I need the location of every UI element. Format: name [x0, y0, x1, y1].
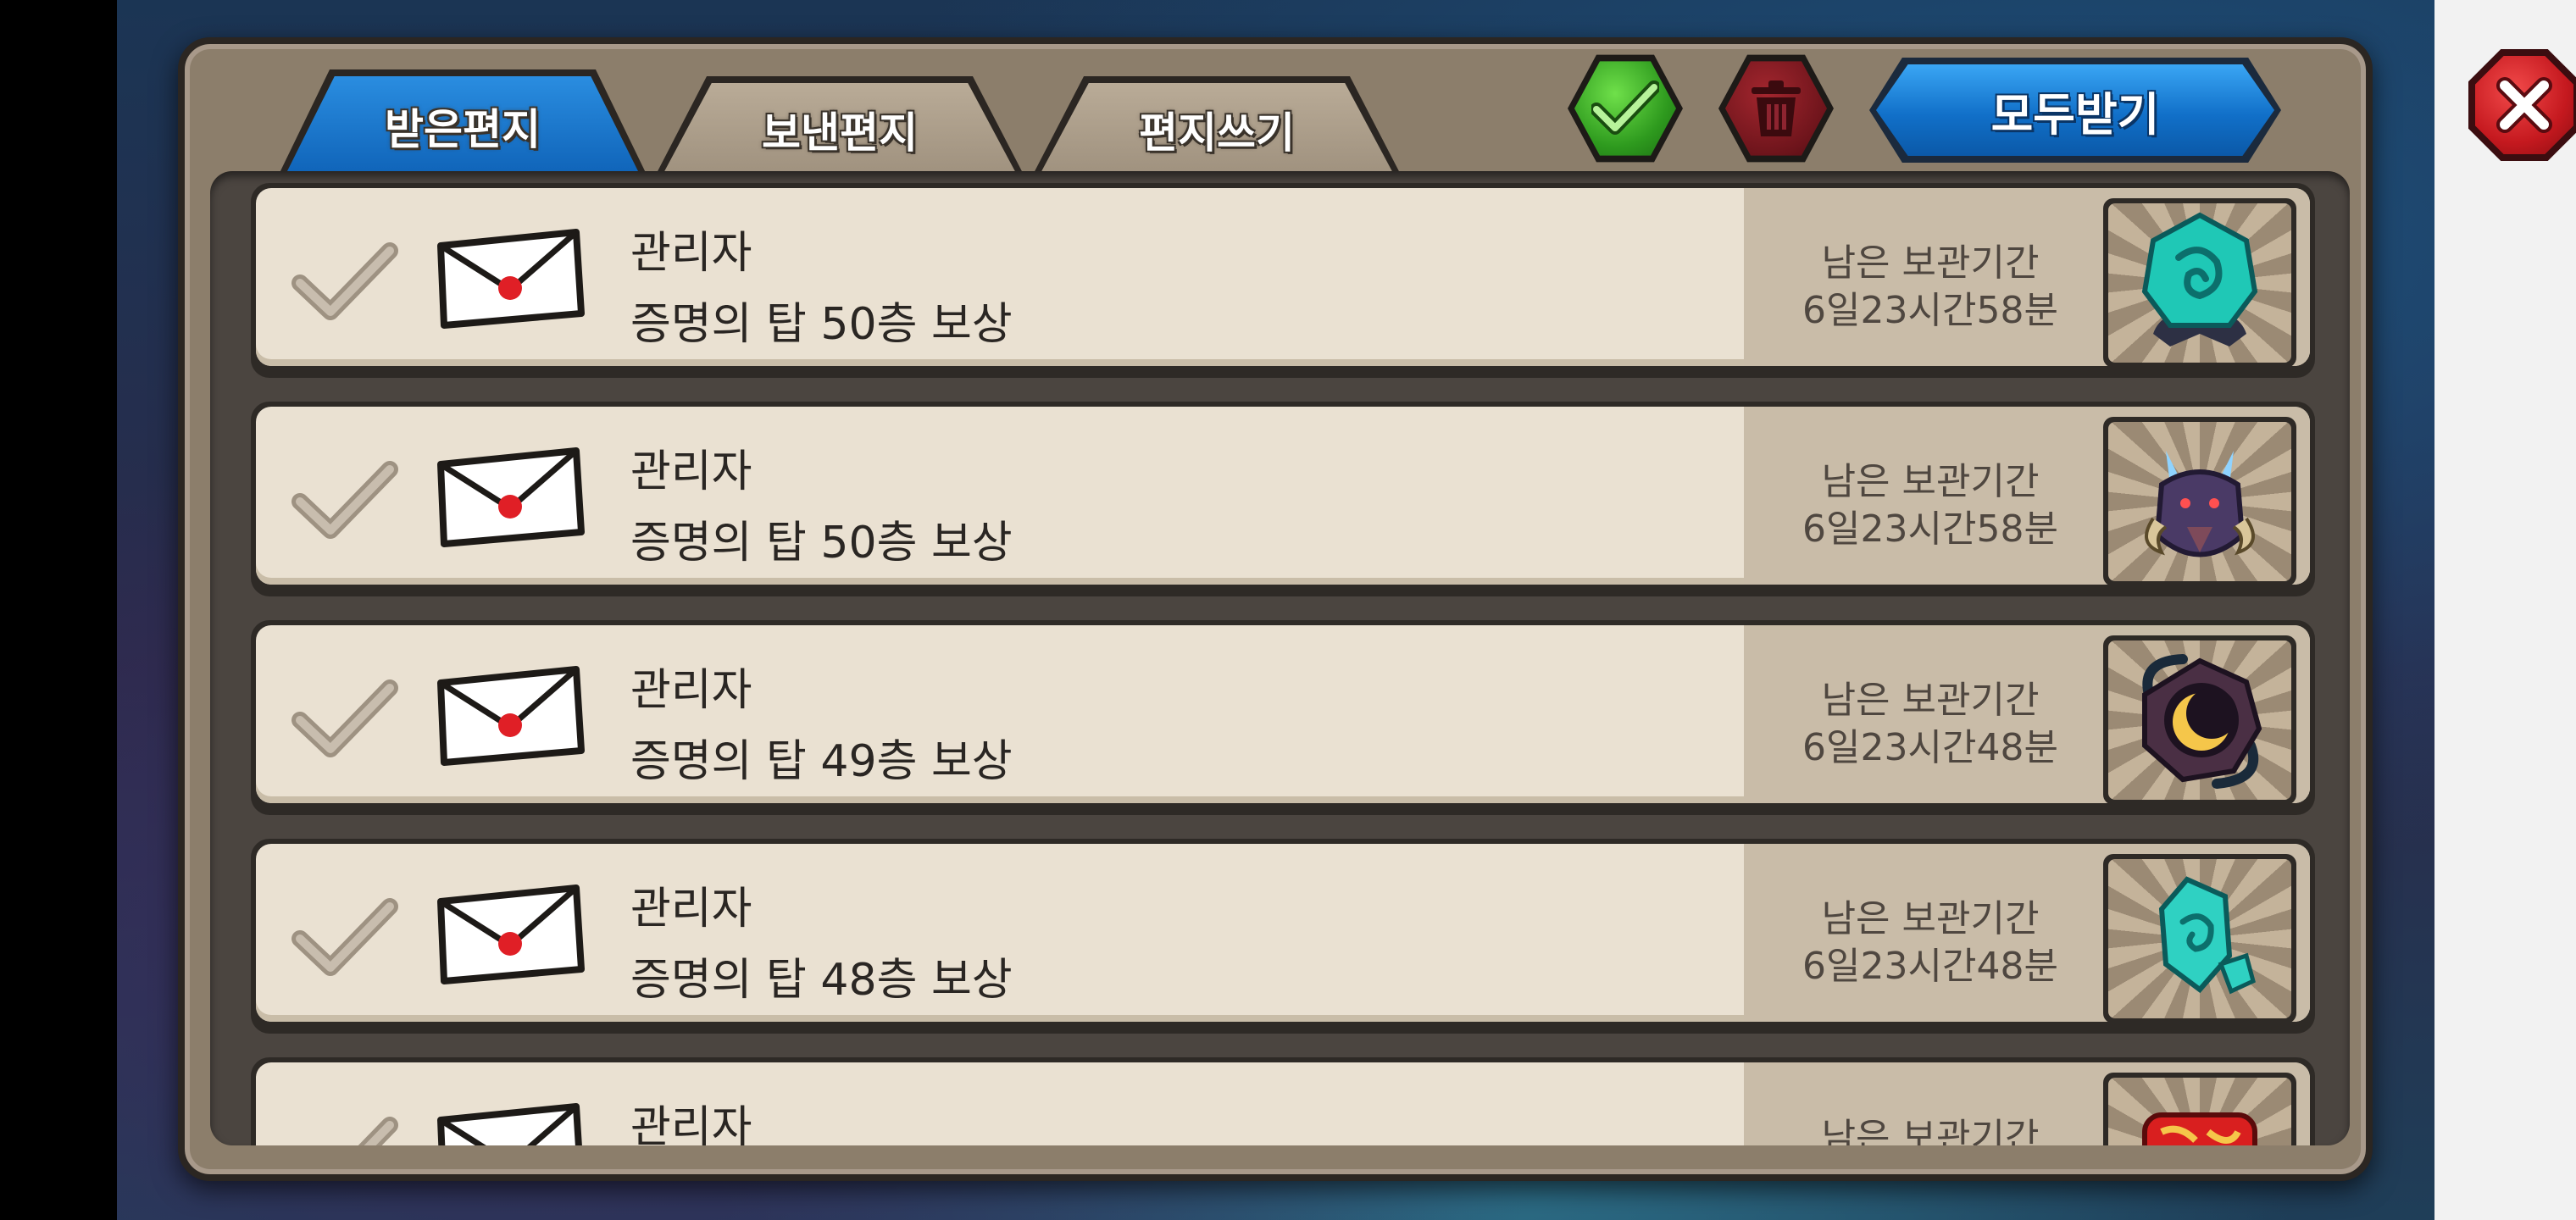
expire-label: 남은 보관기간: [1821, 897, 2040, 940]
expire-label: 남은 보관기간: [1821, 679, 2040, 722]
mail-expiry-panel: 남은 보관기간 6일23시간48분: [1744, 844, 2310, 1022]
mail-expiry-panel: 남은 보관기간 6일23시간48분: [1744, 625, 2310, 803]
tab-inbox-label: 받은편지: [285, 76, 641, 176]
checkmark-icon[interactable]: [290, 239, 400, 324]
expire-label: 남은 보관기간: [1821, 241, 2040, 285]
mailbox-popup: 받은편지 보낸편지 편지쓰기 모두받기 관리자 증명의 탑 50층 보상 남은 …: [178, 37, 2576, 1181]
checkmark-icon[interactable]: [290, 458, 400, 542]
expire-time: 6일23시간48분: [1802, 945, 2058, 988]
mail-sender: 관리자: [630, 1102, 752, 1145]
delete-button[interactable]: [1718, 54, 1834, 163]
close-button[interactable]: [2468, 49, 2576, 161]
trash-icon: [1752, 80, 1801, 136]
mail-subject: 증명의 탑 49층 보상: [630, 736, 1013, 787]
dragon-head-icon: [2145, 451, 2255, 557]
tab-compose[interactable]: 편지쓰기: [1032, 76, 1402, 176]
checkmark-icon[interactable]: [290, 895, 400, 979]
expire-time: 6일23시간58분: [1802, 289, 2058, 332]
list-item[interactable]: 관리자 증명의 탑 50층 보상 남은 보관기간 6일23시간58분: [251, 183, 2315, 378]
envelope-icon: [437, 1103, 582, 1145]
envelope-icon: [437, 229, 585, 329]
expire-label: 남은 보관기간: [1821, 460, 2040, 503]
red-scroll-icon: [2142, 1112, 2257, 1145]
reward-item[interactable]: [2103, 1073, 2296, 1145]
right-letterbox: [2434, 0, 2576, 1220]
checkmark-icon: [1591, 80, 1659, 135]
list-item[interactable]: 관리자 증명의 탑 50층 보상 남은 보관기간 6일23시간58분: [251, 402, 2315, 596]
mail-subject: 증명의 탑 50층 보상: [630, 299, 1013, 350]
reward-item[interactable]: [2103, 854, 2296, 1022]
expire-time: 6일23시간58분: [1802, 507, 2058, 551]
reward-item[interactable]: [2103, 635, 2296, 803]
envelope-icon: [437, 884, 585, 984]
expire-label: 남은 보관기간: [1821, 1116, 2040, 1145]
close-icon: [2496, 77, 2552, 133]
left-letterbox: [0, 0, 117, 1220]
checkmark-icon[interactable]: [290, 1113, 400, 1145]
mail-expiry-panel: 남은 보관기간 6일23시간58분: [1744, 188, 2310, 366]
expire-time: 6일23시간48분: [1802, 726, 2058, 769]
mail-expiry-panel: 남은 보관기간: [1744, 1062, 2310, 1145]
reward-item[interactable]: [2103, 417, 2296, 585]
receive-all-label: 모두받기: [1876, 64, 2274, 156]
list-item[interactable]: 관리자 증명의 탑 49층 보상 남은 보관기간 6일23시간48분: [251, 620, 2315, 815]
list-item[interactable]: 관리자 남은 보관기간: [251, 1057, 2315, 1145]
mail-subject: 증명의 탑 50층 보상: [630, 518, 1013, 568]
tab-compose-label: 편지쓰기: [1039, 83, 1395, 176]
receive-all-button[interactable]: 모두받기: [1869, 58, 2281, 163]
tab-inbox[interactable]: 받은편지: [278, 69, 647, 176]
tab-sent-label: 보낸편지: [662, 83, 1018, 176]
checkmark-icon[interactable]: [290, 676, 400, 761]
mail-sender: 관리자: [630, 884, 752, 934]
mail-sender: 관리자: [630, 228, 752, 279]
envelope-icon: [437, 447, 585, 547]
cyan-gem-egg-icon: [2141, 212, 2258, 347]
select-all-button[interactable]: [1568, 54, 1683, 163]
moon-stone-icon: [2142, 654, 2262, 789]
mail-list[interactable]: 관리자 증명의 탑 50층 보상 남은 보관기간 6일23시간58분 관리자 증…: [210, 171, 2350, 1145]
envelope-icon: [437, 666, 585, 766]
mail-sender: 관리자: [630, 665, 752, 716]
reward-item[interactable]: [2103, 198, 2296, 366]
mail-subject: 증명의 탑 48층 보상: [630, 955, 1013, 1006]
tab-sent[interactable]: 보낸편지: [655, 76, 1024, 176]
mail-expiry-panel: 남은 보관기간 6일23시간58분: [1744, 407, 2310, 585]
mail-sender: 관리자: [630, 446, 752, 497]
list-item[interactable]: 관리자 증명의 탑 48층 보상 남은 보관기간 6일23시간48분: [251, 839, 2315, 1034]
cyan-gem-icon: [2158, 876, 2256, 995]
